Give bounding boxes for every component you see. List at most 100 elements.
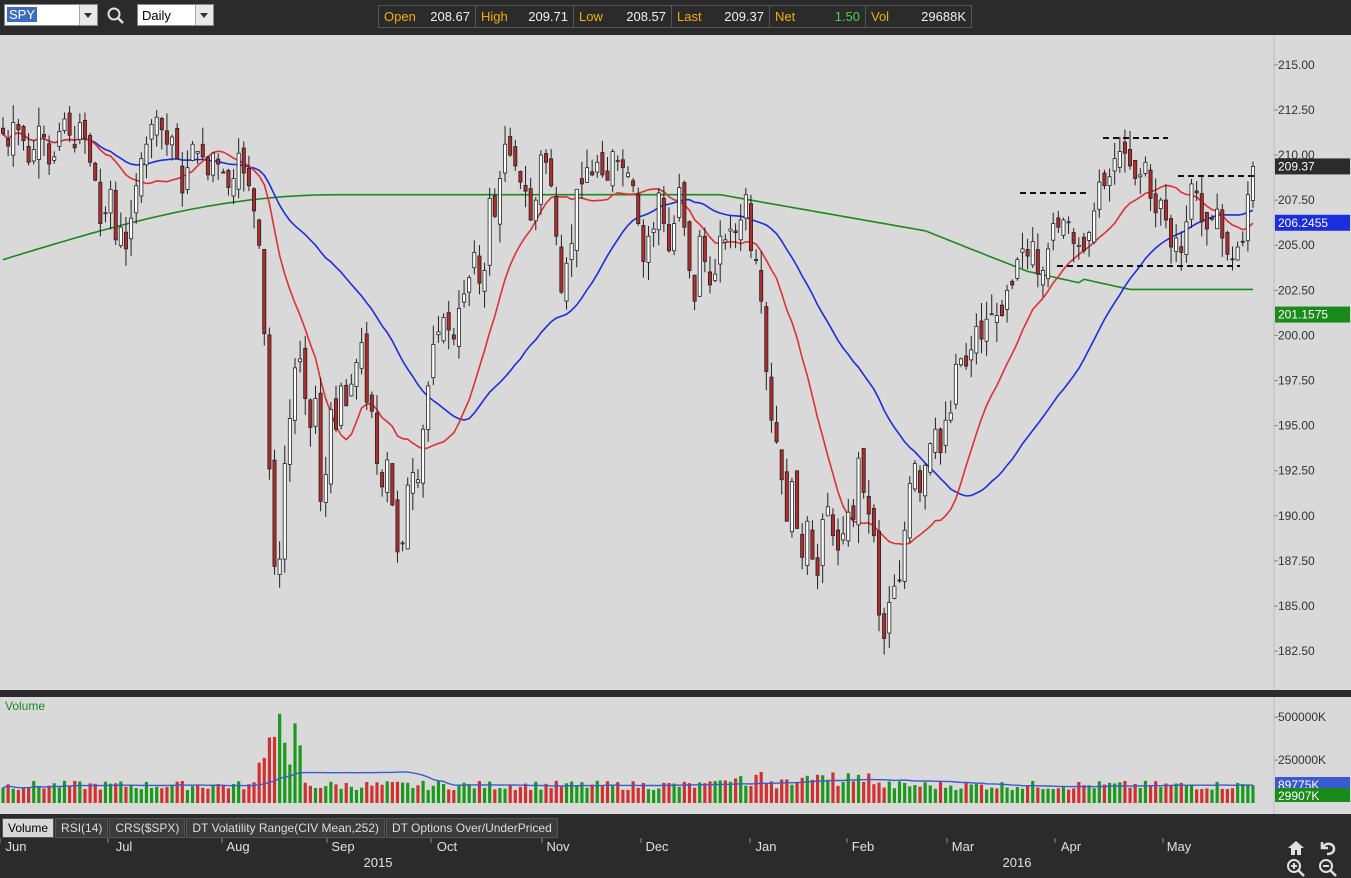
candle-body xyxy=(738,219,743,241)
candle-body xyxy=(395,499,400,553)
volume-bar xyxy=(472,788,476,803)
chevron-down-icon[interactable] xyxy=(195,5,213,25)
volume-bar xyxy=(544,783,548,803)
tab-rsi[interactable]: RSI(14) xyxy=(55,818,109,838)
candle-body xyxy=(323,473,328,504)
candle-body xyxy=(93,162,98,181)
candle-body xyxy=(170,136,175,146)
interval-combobox[interactable]: Daily xyxy=(137,4,214,26)
candle-body xyxy=(129,217,134,240)
candle-body xyxy=(267,334,272,470)
volume-bar xyxy=(57,787,61,803)
price-label-ma50: 206.2455 xyxy=(1278,216,1328,230)
candle-body xyxy=(871,507,876,537)
volume-bar xyxy=(739,776,743,803)
volume-bar xyxy=(605,781,610,803)
volume-bar xyxy=(892,788,896,803)
volume-bar xyxy=(436,781,441,803)
volume-bar xyxy=(385,781,389,803)
candle-body xyxy=(1040,270,1045,286)
volume-bar xyxy=(851,781,855,803)
volume-bar xyxy=(862,781,866,803)
volume-bar xyxy=(611,784,615,803)
candle-body xyxy=(334,398,338,430)
candle-body xyxy=(620,159,625,169)
candle-body xyxy=(902,529,907,582)
candle-body xyxy=(743,194,748,219)
candle-body xyxy=(1215,208,1220,230)
candle-body xyxy=(88,135,93,163)
candle-body xyxy=(1240,240,1245,243)
volume-bar xyxy=(62,780,67,803)
price-tick-label: 200.00 xyxy=(1278,328,1315,342)
volume-bar xyxy=(482,787,487,803)
volume-bar xyxy=(308,785,312,803)
tab-volume[interactable]: Volume xyxy=(2,818,55,838)
volume-bar xyxy=(32,781,36,803)
candle-body xyxy=(892,585,897,599)
tab-options-over-underpriced[interactable]: DT Options Over/UnderPriced xyxy=(385,818,558,838)
candle-body xyxy=(1128,149,1133,167)
volume-bar xyxy=(93,783,97,803)
candle-body xyxy=(6,138,11,147)
candle-body xyxy=(195,151,200,154)
price-label-last: 209.37 xyxy=(1278,159,1315,173)
candle-body xyxy=(846,511,851,542)
chevron-down-icon[interactable] xyxy=(79,5,97,25)
candle-body xyxy=(518,171,523,183)
volume-bar xyxy=(1097,781,1101,803)
zoom-in-icon[interactable] xyxy=(1286,858,1306,878)
price-tick-label: 190.00 xyxy=(1278,509,1315,523)
symbol-combobox[interactable]: SPY xyxy=(4,4,98,26)
candle-body xyxy=(441,317,446,342)
candle-body xyxy=(1102,172,1107,187)
volume-bar xyxy=(1148,785,1153,803)
zoom-out-icon[interactable] xyxy=(1318,858,1338,878)
tab-crs[interactable]: CRS($SPX) xyxy=(109,818,186,838)
volume-bar xyxy=(554,780,558,803)
candle-body xyxy=(1046,248,1051,280)
volume-bar xyxy=(529,789,533,803)
volume-bar xyxy=(759,771,763,803)
candle-body xyxy=(1117,151,1122,168)
candle-body xyxy=(374,412,379,464)
volume-bar xyxy=(933,788,937,803)
candle-body xyxy=(1092,210,1097,243)
volume-bar xyxy=(462,782,466,803)
candle-body xyxy=(103,212,108,215)
volume-bar xyxy=(370,785,374,803)
month-label-jan: Jan xyxy=(756,839,777,854)
candle-body xyxy=(1076,244,1081,247)
candle-body xyxy=(764,306,769,372)
candle-body xyxy=(421,428,426,484)
volume-bar xyxy=(27,787,31,803)
candle-body xyxy=(820,519,825,567)
price-tick-label: 197.50 xyxy=(1278,374,1315,388)
candle-body xyxy=(651,228,656,233)
candle-body xyxy=(462,293,467,303)
candle-body xyxy=(200,143,205,158)
volume-bar xyxy=(1169,784,1173,803)
candle-body xyxy=(1189,183,1194,220)
search-icon[interactable] xyxy=(106,6,126,26)
month-label-oct: Oct xyxy=(437,839,458,854)
candle-body xyxy=(11,122,16,156)
volume-bar xyxy=(139,789,143,803)
candle-body xyxy=(810,529,815,560)
candle-body xyxy=(774,422,779,443)
candle-body xyxy=(841,533,846,541)
candle-body xyxy=(866,495,871,515)
candle-body xyxy=(1035,249,1040,275)
volume-bar xyxy=(11,788,15,803)
volume-bar xyxy=(1036,787,1040,803)
undo-icon[interactable] xyxy=(1318,838,1338,858)
volume-bar xyxy=(421,780,425,803)
toolbar: SPY Daily Open 208.67 High 209.71 Low 20… xyxy=(0,0,1351,33)
tab-volatility-range[interactable]: DT Volatility Range(CIV Mean,252) xyxy=(186,818,385,838)
candle-body xyxy=(1020,248,1025,253)
home-icon[interactable] xyxy=(1286,838,1306,858)
candle-body xyxy=(57,131,62,147)
candle-body xyxy=(1025,249,1030,257)
volume-bar xyxy=(667,782,671,803)
candle-body xyxy=(718,235,723,265)
